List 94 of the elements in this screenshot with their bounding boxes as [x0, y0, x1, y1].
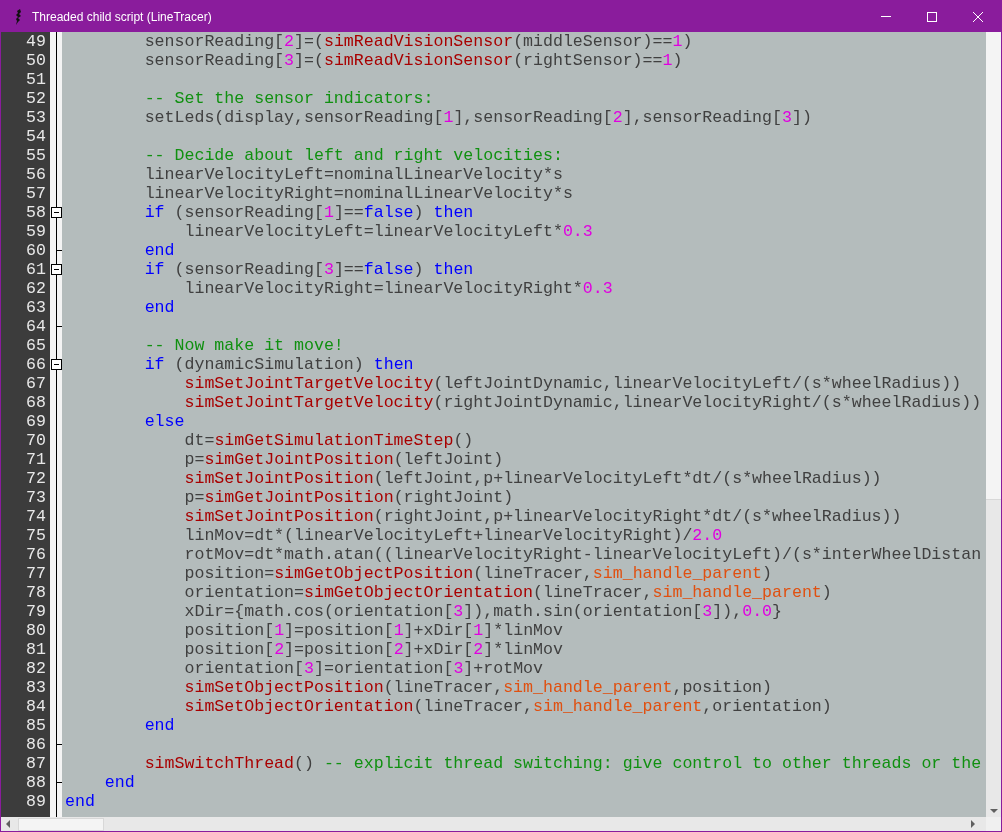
scrollbar-corner: [986, 817, 1001, 831]
line-number: 52: [26, 89, 46, 108]
code-line: end: [143, 716, 175, 735]
line-number: 70: [26, 431, 46, 450]
code-line: p=simGetJointPosition(leftJoint): [183, 450, 504, 469]
line-number: 75: [26, 526, 46, 545]
line-number: 73: [26, 488, 46, 507]
line-number: 83: [26, 678, 46, 697]
code-line: dt=simGetSimulationTimeStep(): [183, 431, 474, 450]
code-line: orientation[3]=orientation[3]+rotMov: [183, 659, 544, 678]
code-line: end: [143, 241, 175, 260]
line-number: 55: [26, 146, 46, 165]
code-line: simSetJointTargetVelocity(leftJointDynamic,linearVelocityLeft/(s*wheelRadius)): [183, 374, 962, 393]
scrollbar-thumb[interactable]: [18, 817, 104, 831]
scroll-right-icon[interactable]: [971, 820, 975, 828]
line-number: 82: [26, 659, 46, 678]
code-line: xDir={math.cos(orientation[3]),math.sin(orientation[3]),0.0}: [183, 602, 782, 621]
code-line: position[2]=position[2]+xDir[2]*linMov: [183, 640, 563, 659]
code-line: orientation=simGetObjectOrientation(lineTracer,sim_handle_parent): [183, 583, 832, 602]
line-number: 84: [26, 697, 46, 716]
code-line: end: [103, 773, 135, 792]
line-number: 71: [26, 450, 46, 469]
scroll-down-icon[interactable]: [989, 809, 998, 813]
line-number: 65: [26, 336, 46, 355]
maximize-icon: [927, 11, 937, 22]
vertical-scrollbar[interactable]: [986, 32, 1001, 817]
code-line: simSetJointTargetVelocity(rightJointDynamic,linearVelocityRight/(s*wheelRadius)): [183, 393, 982, 412]
close-icon: [973, 11, 983, 22]
line-number: 59: [26, 222, 46, 241]
code-line: p=simGetJointPosition(rightJoint): [183, 488, 514, 507]
code-line: simSetObjectOrientation(lineTracer,sim_handle_parent,orientation): [183, 697, 832, 716]
code-line: end: [64, 792, 95, 811]
line-number: 54: [26, 127, 46, 146]
code-line: sensorReading[2]=(simReadVisionSensor(middleSensor)==1): [143, 32, 693, 51]
line-number: 69: [26, 412, 46, 431]
line-number: 87: [26, 754, 46, 773]
code-line: simSetJointPosition(leftJoint,p+linearVelocityLeft*dt/(s*wheelRadius)): [183, 469, 882, 488]
line-number: 85: [26, 716, 46, 735]
line-number: 61: [26, 260, 46, 279]
code-line: -- Set the sensor indicators:: [143, 89, 434, 108]
window-title: Threaded child script (LineTracer): [32, 8, 212, 26]
line-number: 63: [26, 298, 46, 317]
code-line: linearVelocityLeft=linearVelocityLeft*0.3: [183, 222, 593, 241]
code-line: -- Decide about left and right velocities:: [143, 146, 563, 165]
line-number: 77: [26, 564, 46, 583]
line-number: 64: [26, 317, 46, 336]
code-line: rotMov=dt*math.atan((linearVelocityRight-linearVelocityLeft)/(s*interWheelDistan: [183, 545, 982, 564]
minimize-icon: [881, 16, 891, 17]
lizard-icon: [15, 8, 23, 25]
code-line: linearVelocityLeft=nominalLinearVelocity*s: [143, 165, 563, 184]
line-number: 89: [26, 792, 46, 811]
line-number: 81: [26, 640, 46, 659]
code-line: end: [143, 298, 175, 317]
code-line: linMov=dt*(linearVelocityLeft+linearVelocityRight)/2.0: [183, 526, 723, 545]
line-number: 60: [26, 241, 46, 260]
line-number: 68: [26, 393, 46, 412]
code-line: simSetJointPosition(rightJoint,p+linearVelocityRight*dt/(s*wheelRadius)): [183, 507, 902, 526]
line-number: 74: [26, 507, 46, 526]
code-line: if (dynamicSimulation) then: [143, 355, 414, 374]
code-line: sensorReading[3]=(simReadVisionSensor(rightSensor)==1): [143, 51, 683, 70]
line-number: 80: [26, 621, 46, 640]
horizontal-scrollbar[interactable]: [1, 817, 986, 831]
code-line: position=simGetObjectPosition(lineTracer,sim_handle_parent): [183, 564, 773, 583]
line-number: 50: [26, 51, 46, 70]
line-number: 57: [26, 184, 46, 203]
collapse-icon[interactable]: [51, 207, 62, 218]
scroll-left-icon[interactable]: [6, 820, 10, 828]
code-line: else: [143, 412, 185, 431]
code-line: position[1]=position[1]+xDir[1]*linMov: [183, 621, 563, 640]
collapse-icon[interactable]: [51, 264, 62, 275]
code-line: if (sensorReading[1]==false) then: [143, 203, 474, 222]
collapse-icon[interactable]: [51, 359, 62, 370]
line-number: 58: [26, 203, 46, 222]
code-line: -- Now make it move!: [143, 336, 344, 355]
code-line: setLeds(display,sensorReading[1],sensorReading[2],sensorReading[3]): [143, 108, 812, 127]
line-number: 51: [26, 70, 46, 89]
code-line: linearVelocityRight=linearVelocityRight*0.3: [183, 279, 613, 298]
line-number: 56: [26, 165, 46, 184]
line-number: 76: [26, 545, 46, 564]
code-line: linearVelocityRight=nominalLinearVelocity*s: [143, 184, 573, 203]
line-number: 72: [26, 469, 46, 488]
code-line: simSwitchThread() -- explicit thread switching: give control to other threads or the: [143, 754, 982, 773]
line-number: 79: [26, 602, 46, 621]
line-number: 66: [26, 355, 46, 374]
line-number: 86: [26, 735, 46, 754]
line-number: 62: [26, 279, 46, 298]
line-number: 88: [26, 773, 46, 792]
scrollbar-thumb[interactable]: [986, 32, 1001, 500]
line-number: 49: [26, 32, 46, 51]
line-number: 53: [26, 108, 46, 127]
code-line: if (sensorReading[3]==false) then: [143, 260, 474, 279]
line-number: 67: [26, 374, 46, 393]
line-number: 78: [26, 583, 46, 602]
code-line: simSetObjectPosition(lineTracer,sim_handle_parent,position): [183, 678, 773, 697]
